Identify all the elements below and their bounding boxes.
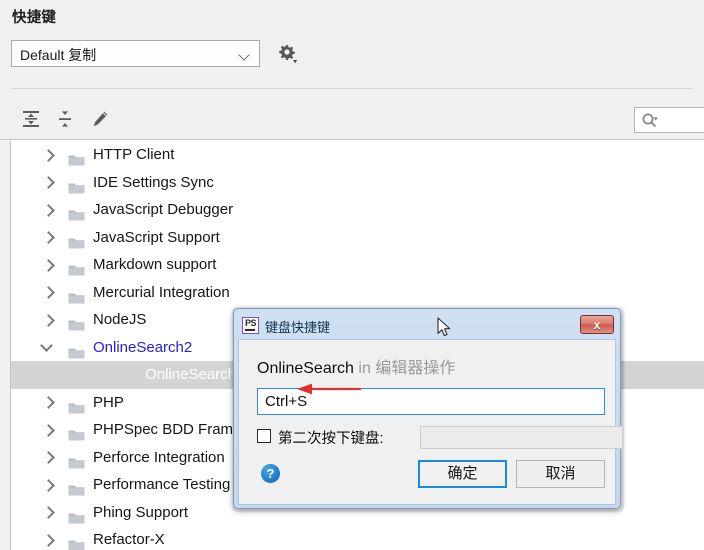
action-in-word: in [358, 360, 371, 377]
page-title: 快捷键 [12, 10, 57, 26]
keyboard-shortcut-dialog: PS 键盘快捷键 x OnlineSearch in 编辑器操作 Ctrl+S … [233, 308, 623, 509]
tree-row[interactable]: HTTP Client [11, 141, 704, 169]
tree-row-label: Performance Testing [93, 476, 231, 493]
first-keystroke-input[interactable]: Ctrl+S [257, 388, 605, 415]
tree-row-label: JavaScript Debugger [93, 201, 234, 218]
settings-keymap-screen: 快捷键 Default 复制 HTTP Client IDE Settings … [0, 0, 704, 550]
tree-row-label: IDE Settings Sync [93, 173, 214, 191]
folder-icon [68, 397, 85, 413]
tree-row-label: PHP [93, 393, 124, 411]
close-glyph: x [593, 318, 601, 332]
help-icon[interactable]: ? [261, 464, 280, 483]
second-keystroke-input [420, 426, 623, 449]
tree-row[interactable]: Markdown support [11, 251, 704, 279]
tree-row-label: JavaScript Support [93, 228, 220, 246]
folder-icon [68, 287, 85, 303]
chevron-right-icon[interactable] [41, 251, 55, 279]
chevron-right-icon[interactable] [41, 279, 55, 307]
search-icon [641, 112, 659, 135]
chevron-down-icon[interactable] [40, 334, 55, 362]
tree-row-label: HTTP Client [93, 146, 175, 163]
keymap-combobox[interactable]: Default 复制 [11, 40, 260, 67]
expand-all-icon[interactable] [16, 104, 46, 134]
action-group: 编辑器操作 [375, 360, 456, 377]
folder-icon [68, 342, 85, 358]
tree-row[interactable]: JavaScript Debugger [11, 196, 704, 224]
collapse-all-icon[interactable] [50, 104, 80, 134]
chevron-right-icon[interactable] [41, 224, 55, 252]
folder-icon [68, 507, 85, 523]
action-name: OnlineSearch [257, 360, 354, 377]
tree-row[interactable]: IDE Settings Sync [11, 169, 704, 197]
tree-row-label: OnlineSearch [145, 366, 236, 383]
tree-row-label: OnlineSearch2 [93, 338, 193, 356]
chevron-down-icon [240, 51, 249, 60]
gear-icon[interactable] [275, 42, 299, 66]
dialog-title: 键盘快捷键 [265, 320, 331, 335]
folder-icon [68, 534, 85, 550]
chevron-right-icon[interactable] [41, 444, 55, 472]
header-divider [11, 88, 693, 89]
chevron-right-icon[interactable] [41, 471, 55, 499]
close-icon[interactable]: x [580, 315, 614, 334]
chevron-right-icon[interactable] [41, 389, 55, 417]
tree-row-label: Phing Support [93, 503, 189, 521]
first-keystroke-value: Ctrl+S [265, 393, 308, 410]
folder-icon [68, 259, 85, 276]
dialog-titlebar: PS 键盘快捷键 x [238, 313, 616, 339]
chevron-right-icon[interactable] [41, 499, 55, 527]
dialog-body: OnlineSearch in 编辑器操作 Ctrl+S 第二次按下键盘: ? … [238, 339, 623, 505]
chevron-right-icon[interactable] [41, 141, 55, 169]
action-description: OnlineSearch in 编辑器操作 [257, 354, 455, 378]
tree-row-label: NodeJS [93, 311, 147, 328]
cancel-button[interactable]: 取消 [516, 460, 605, 488]
chevron-right-icon[interactable] [41, 169, 55, 197]
chevron-right-icon[interactable] [41, 526, 55, 550]
folder-icon [68, 204, 85, 221]
chevron-right-icon[interactable] [41, 306, 55, 334]
second-keystroke-checkbox[interactable] [257, 429, 271, 443]
edit-pencil-icon[interactable] [85, 104, 115, 134]
folder-icon [68, 424, 85, 441]
search-input[interactable] [634, 107, 704, 133]
folder-icon [68, 149, 85, 166]
folder-icon [68, 479, 85, 496]
tree-row[interactable]: Refactor-X [11, 526, 704, 550]
folder-icon [68, 177, 85, 193]
chevron-right-icon[interactable] [41, 196, 55, 224]
tree-row-label: Mercurial Integration [93, 283, 230, 301]
folder-icon [68, 452, 85, 468]
tree-row[interactable]: Mercurial Integration [11, 279, 704, 307]
folder-icon [68, 314, 85, 331]
keymap-combobox-value: Default 复制 [20, 47, 97, 63]
tree-row[interactable]: JavaScript Support [11, 224, 704, 252]
chevron-right-icon[interactable] [41, 416, 55, 444]
ok-button[interactable]: 确定 [418, 460, 507, 488]
tree-row-label: Markdown support [93, 256, 217, 273]
keymap-selector-row: Default 复制 [11, 40, 260, 67]
second-keystroke-label: 第二次按下键盘: [278, 431, 384, 447]
tree-row-label: Perforce Integration [93, 448, 225, 466]
folder-icon [68, 232, 85, 248]
phpstorm-app-icon: PS [242, 317, 259, 334]
tree-row-label: Refactor-X [93, 531, 165, 548]
tree-toolbar [16, 104, 115, 134]
